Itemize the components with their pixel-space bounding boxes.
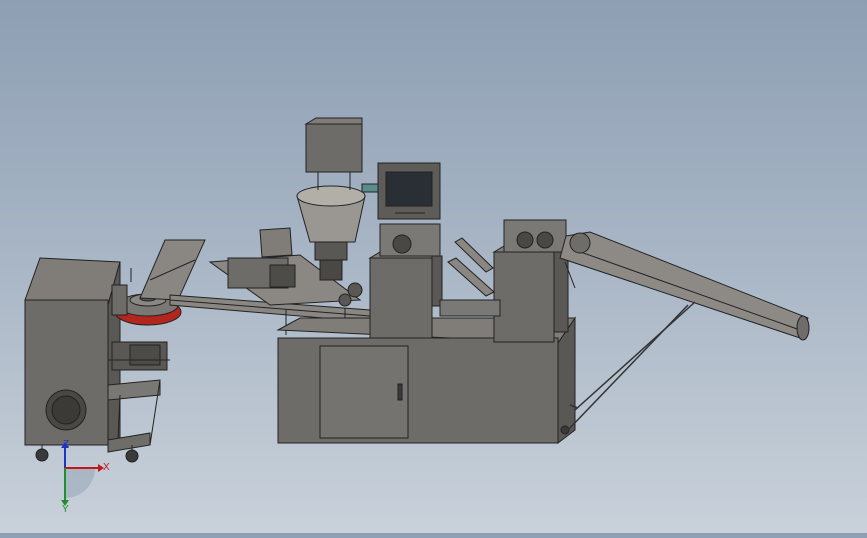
y-axis-label: Y [62, 504, 69, 515]
link-arms [439, 237, 501, 317]
cad-3d-viewport[interactable]: X Y Z [0, 0, 867, 533]
roller-press-unit-2[interactable] [492, 219, 569, 343]
control-panel-screen[interactable] [361, 162, 441, 220]
hmi-display [385, 171, 433, 207]
roller-press-unit-1[interactable] [368, 223, 443, 339]
cabinet-door [319, 345, 409, 439]
caster-wheel [35, 448, 49, 462]
z-axis-label: Z [63, 439, 69, 450]
caster-wheel [125, 449, 139, 463]
coordinate-triad: X Y Z [61, 439, 110, 515]
roller [338, 293, 352, 307]
door-handle [397, 383, 403, 401]
outfeed-conveyor-right[interactable] [559, 231, 810, 431]
dough-hopper[interactable] [296, 117, 366, 281]
machine-assembly-model[interactable]: X Y Z [0, 0, 867, 533]
x-axis-label: X [103, 462, 110, 473]
roller [347, 282, 363, 298]
